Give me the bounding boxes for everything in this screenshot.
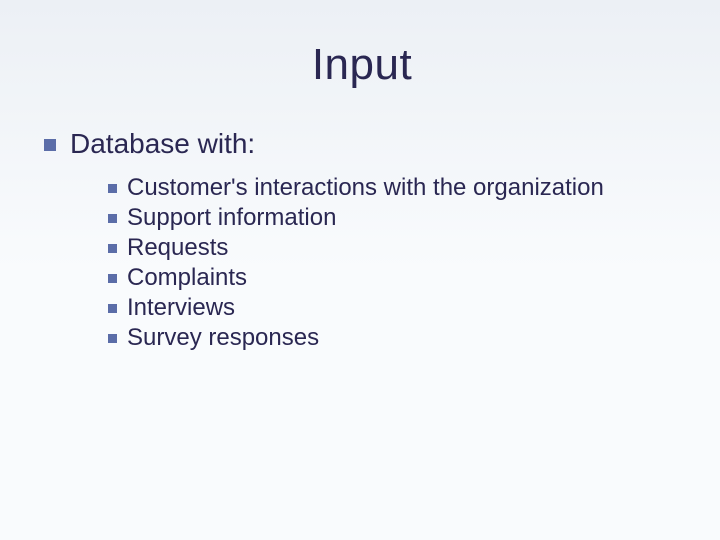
square-bullet-icon [108,184,117,193]
list-item: Survey responses [108,324,680,352]
square-bullet-icon [108,274,117,283]
level2-text: Complaints [127,264,247,292]
list-item: Support information [108,204,680,232]
square-bullet-icon [108,334,117,343]
level1-text: Database with: [70,128,255,160]
square-bullet-icon [108,244,117,253]
slide-title: Input [44,40,680,90]
square-bullet-icon [108,304,117,313]
list-item: Customer's interactions with the organiz… [108,174,680,202]
level2-text: Survey responses [127,324,319,352]
level1-item: Database with: [44,128,680,160]
level2-text: Interviews [127,294,235,322]
list-item: Requests [108,234,680,262]
level2-text: Support information [127,204,336,232]
square-bullet-icon [108,214,117,223]
list-item: Complaints [108,264,680,292]
level2-text: Requests [127,234,228,262]
square-bullet-icon [44,139,56,151]
level2-text: Customer's interactions with the organiz… [127,174,604,202]
level2-list: Customer's interactions with the organiz… [108,174,680,352]
list-item: Interviews [108,294,680,322]
